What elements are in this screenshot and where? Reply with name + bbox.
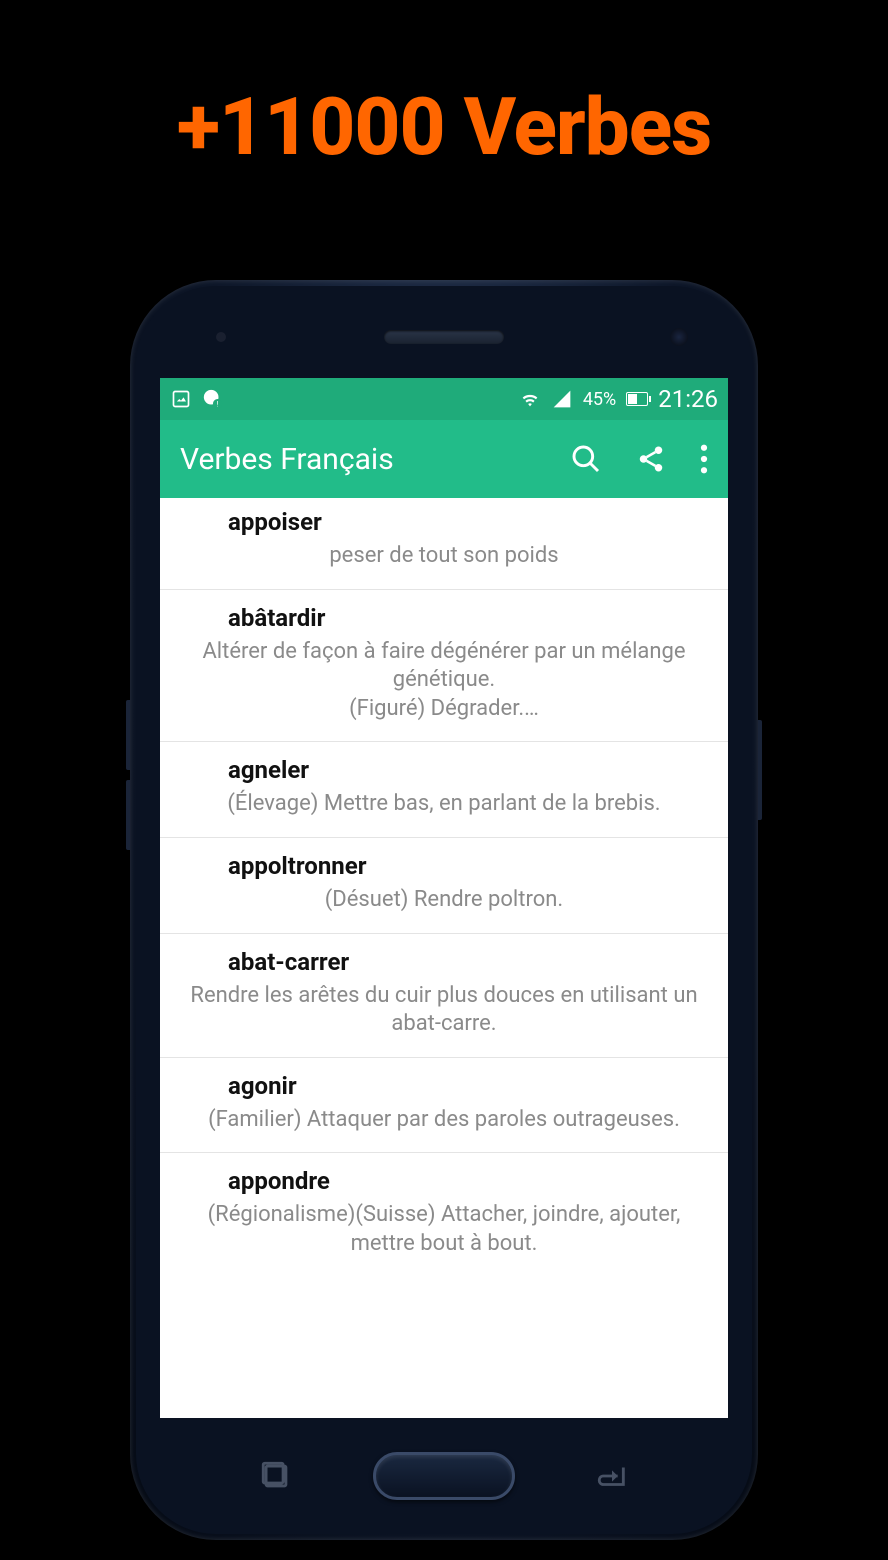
verb-word: abat-carrer [178,948,710,982]
screenshot-saved-icon [170,388,192,410]
phone-frame: ! 45% 21:26 Ve [130,280,758,1540]
list-item[interactable]: abat-carrer Rendre les arêtes du cuir pl… [160,934,728,1058]
sync-alert-icon: ! [202,388,224,410]
list-item[interactable]: abâtardir Altérer de façon à faire dégén… [160,590,728,743]
verb-word: agonir [178,1072,710,1106]
verb-word: appoltronner [178,852,710,886]
verb-definition: peser de tout son poids [178,542,710,571]
verb-word: appoiser [178,508,710,542]
verb-word: abâtardir [178,604,710,638]
app-bar: Verbes Français [160,420,728,498]
screen: ! 45% 21:26 Ve [160,378,728,1418]
volume-up-button [126,700,130,770]
promo-title: +11000 Verbes [0,0,888,174]
list-item[interactable]: appoiser peser de tout son poids [160,498,728,590]
share-icon [636,444,666,474]
verb-word: agneler [178,756,710,790]
sensor [216,332,226,342]
verb-word: appondre [178,1167,710,1201]
verb-definition: (Régionalisme)(Suisse) Attacher, joindre… [178,1201,710,1258]
overflow-menu-icon [700,444,708,474]
app-title: Verbes Français [180,442,394,477]
verb-definition: Altérer de façon à faire dégénérer par u… [178,638,710,724]
list-item[interactable]: appoltronner (Désuet) Rendre poltron. [160,838,728,934]
verb-definition: (Désuet) Rendre poltron. [178,886,710,915]
phone-nav-bar [136,1418,752,1534]
verb-definition: (Élevage) Mettre bas, en parlant de la b… [178,790,710,819]
phone-top-bezel [136,286,752,378]
share-button[interactable] [636,444,666,474]
battery-percentage: 45% [583,389,616,410]
battery-icon [626,388,648,410]
recent-apps-button[interactable] [259,1459,293,1493]
signal-icon [551,388,573,410]
front-camera [670,328,688,346]
verb-definition: Rendre les arêtes du cuir plus douces en… [178,982,710,1039]
back-button[interactable] [595,1459,629,1493]
search-icon [570,443,602,475]
speaker-grille [384,330,504,344]
search-button[interactable] [570,443,602,475]
list-item[interactable]: appondre (Régionalisme)(Suisse) Attacher… [160,1153,728,1276]
svg-text:!: ! [217,399,219,408]
overflow-menu-button[interactable] [700,444,708,474]
power-button [758,720,762,820]
clock: 21:26 [658,385,718,413]
verb-list[interactable]: appoiser peser de tout son poids abâtard… [160,498,728,1418]
list-item[interactable]: agneler (Élevage) Mettre bas, en parlant… [160,742,728,838]
wifi-icon [519,388,541,410]
status-bar: ! 45% 21:26 [160,378,728,420]
home-button[interactable] [373,1452,515,1500]
verb-definition: (Familier) Attaquer par des paroles outr… [178,1106,710,1135]
volume-down-button [126,780,130,850]
list-item[interactable]: agonir (Familier) Attaquer par des parol… [160,1058,728,1154]
